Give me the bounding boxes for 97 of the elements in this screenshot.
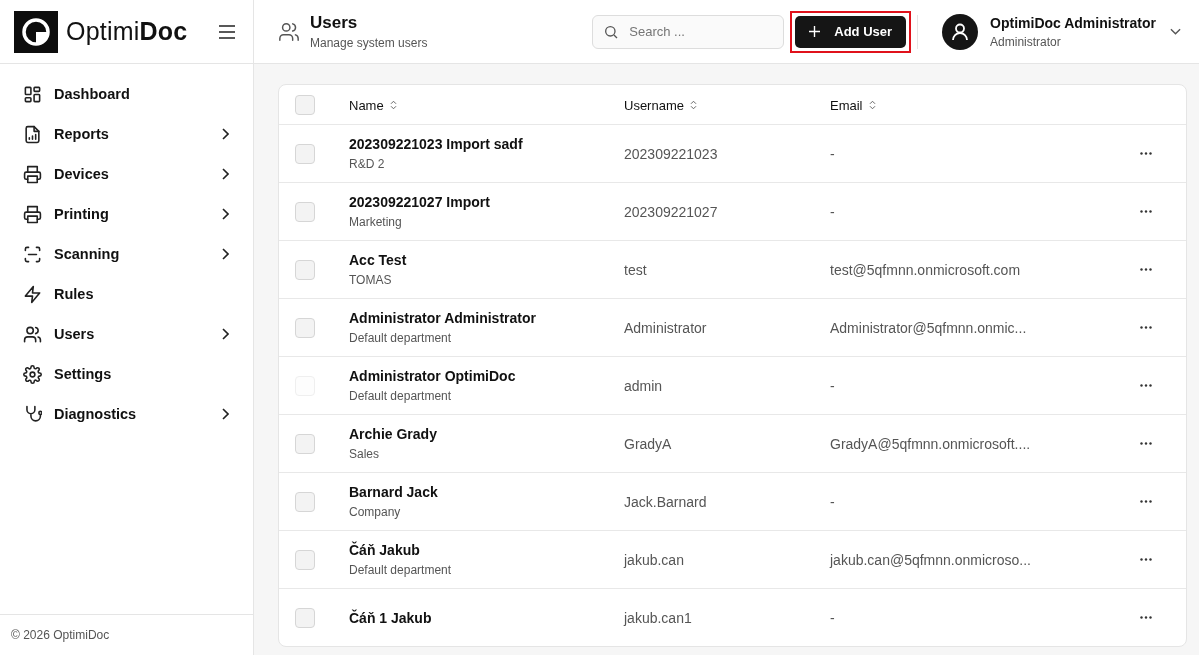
search-field[interactable]: Search ... — [592, 14, 785, 49]
username-text: jakub.can1 — [624, 609, 692, 626]
more-icon[interactable] — [1140, 384, 1152, 387]
nav-item[interactable]: Settings — [0, 354, 253, 394]
email-text: test@5qfmnn.onmicrosoft.com — [830, 261, 1021, 278]
more-icon[interactable] — [1140, 326, 1152, 329]
page-title: Users — [310, 13, 359, 33]
user-name: Čáň Jakub — [349, 542, 421, 558]
chevron-icon — [221, 328, 229, 340]
more-icon[interactable] — [1140, 500, 1152, 503]
printer-icon — [23, 164, 42, 184]
checkbox[interactable] — [295, 94, 315, 115]
chevron-icon — [221, 128, 229, 140]
checkbox[interactable] — [295, 143, 315, 164]
menu-icon[interactable] — [219, 24, 235, 39]
sort-icon — [389, 100, 397, 110]
gear-icon — [23, 364, 42, 384]
dashboard-icon — [23, 84, 42, 104]
nav-item[interactable]: Scanning — [0, 234, 253, 274]
more-icon[interactable] — [1140, 442, 1152, 445]
department-text: R&D 2 — [349, 157, 386, 171]
email-text: - — [830, 377, 835, 394]
user-name: Barnard Jack — [349, 484, 439, 500]
department-text: TOMAS — [349, 273, 393, 287]
column-header[interactable]: Username — [624, 97, 697, 113]
user-name: 202309221027 Import — [349, 194, 491, 210]
department-text: Default department — [349, 331, 453, 345]
page-subtitle: Manage system users — [310, 36, 428, 50]
user-name: Administrator OptimiDoc — [349, 368, 517, 384]
column-header[interactable]: Email — [830, 97, 876, 113]
users-icon — [23, 324, 42, 344]
printer-icon — [23, 204, 42, 224]
more-icon[interactable] — [1140, 152, 1152, 155]
report-icon — [23, 124, 42, 144]
nav-item[interactable]: Rules — [0, 274, 253, 314]
username-text: admin — [624, 377, 663, 394]
department-text: Sales — [349, 447, 381, 461]
email-text: - — [830, 493, 835, 510]
nav-item[interactable]: Users — [0, 314, 253, 354]
nav-item[interactable]: Diagnostics — [0, 394, 253, 434]
department-text: Company — [349, 505, 402, 519]
plus-icon — [809, 26, 821, 37]
checkbox[interactable] — [295, 201, 315, 222]
logo-icon — [14, 10, 58, 53]
chevron-icon — [221, 168, 229, 180]
nav-item[interactable]: Devices — [0, 154, 253, 194]
stethoscope-icon — [23, 404, 42, 424]
username-text: GradyA — [624, 435, 672, 452]
user-name: Acc Test — [349, 252, 408, 268]
more-icon[interactable] — [1140, 558, 1152, 561]
user-name: Archie Grady — [349, 426, 438, 442]
scan-icon — [23, 244, 42, 264]
department-text: Marketing — [349, 215, 403, 229]
nav-item[interactable]: Reports — [0, 114, 253, 154]
username-text: 202309221027 — [624, 203, 718, 220]
column-header[interactable]: Name — [349, 97, 397, 113]
more-icon[interactable] — [1140, 210, 1152, 213]
caret-icon[interactable] — [1170, 27, 1181, 36]
user-name: OptimiDoc Administrator — [990, 14, 1156, 31]
more-icon[interactable] — [1140, 268, 1152, 271]
brand-name: OptimiDoc — [66, 17, 188, 46]
more-icon[interactable] — [1140, 616, 1152, 619]
email-text: GradyA@5qfmnn.onmicrosoft.... — [830, 435, 1031, 452]
avatar-icon[interactable] — [942, 13, 979, 50]
user-name: Administrator Administrator — [349, 310, 537, 326]
email-text: - — [830, 145, 835, 162]
nav-item[interactable]: Dashboard — [0, 74, 253, 114]
copyright-text: © 2026 OptimiDoc — [11, 628, 110, 642]
checkbox[interactable] — [295, 491, 315, 512]
username-text: test — [624, 261, 647, 278]
email-text: jakub.can@5qfmnn.onmicroso... — [830, 551, 1031, 568]
username-text: jakub.can — [624, 551, 684, 568]
username-text: Administrator — [624, 319, 707, 336]
user-name: 202309221023 Import sadf — [349, 136, 524, 152]
chevron-icon — [221, 248, 229, 260]
chevron-icon — [221, 408, 229, 420]
chevron-icon — [221, 208, 229, 220]
bolt-icon — [23, 284, 42, 304]
user-role: Administrator — [990, 34, 1062, 49]
checkbox[interactable] — [295, 433, 315, 454]
email-text: - — [830, 203, 835, 220]
checkbox[interactable] — [295, 607, 315, 628]
add-user-button[interactable]: Add User — [795, 15, 907, 48]
username-text: 202309221023 — [624, 145, 718, 162]
email-text: - — [830, 609, 835, 626]
sort-icon — [868, 100, 876, 110]
users-icon — [278, 20, 300, 43]
checkbox[interactable] — [295, 549, 315, 570]
department-text: Default department — [349, 563, 453, 577]
checkbox[interactable] — [295, 259, 315, 280]
user-name: Čáň 1 Jakub — [349, 609, 433, 626]
username-text: Jack.Barnard — [624, 493, 707, 510]
email-text: Administrator@5qfmnn.onmic... — [830, 319, 1027, 336]
checkbox[interactable] — [295, 317, 315, 338]
department-text: Default department — [349, 389, 453, 403]
sort-icon — [689, 100, 697, 110]
nav-item[interactable]: Printing — [0, 194, 253, 234]
